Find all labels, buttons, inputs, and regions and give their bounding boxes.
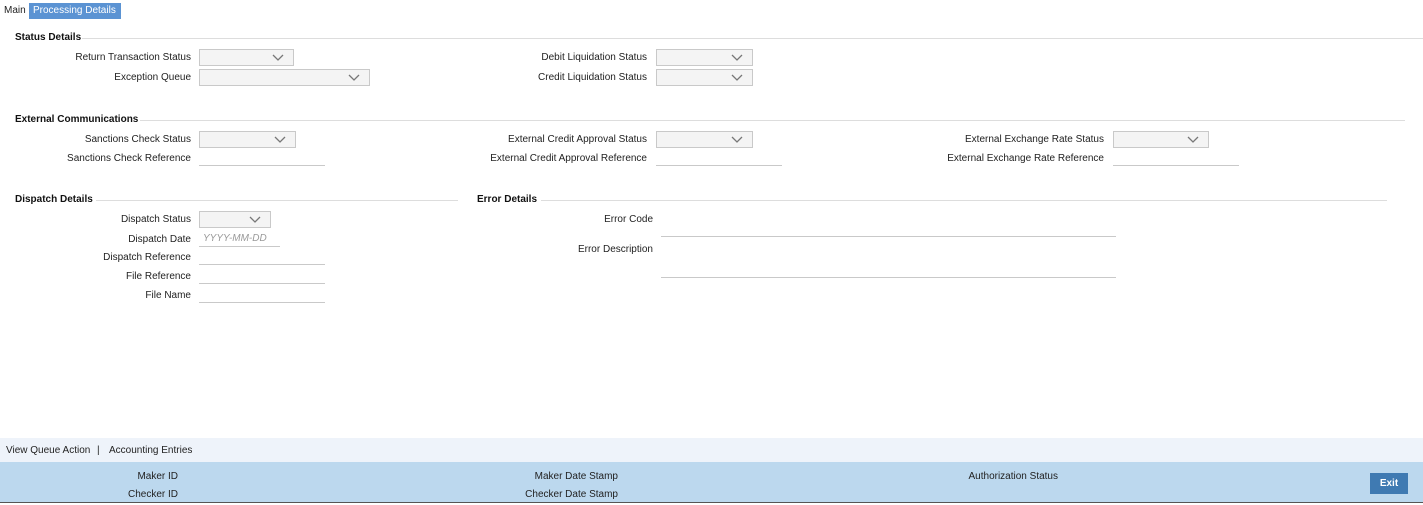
- file-reference-label: File Reference: [125, 271, 191, 282]
- external-exchange-rate-status-label: External Exchange Rate Status: [965, 134, 1104, 145]
- tab-main[interactable]: Main: [0, 3, 30, 19]
- dispatch-status-label: Dispatch Status: [120, 214, 191, 225]
- chevron-down-icon: [731, 53, 743, 63]
- external-credit-approval-status-label: External Credit Approval Status: [508, 134, 647, 145]
- view-queue-action-link[interactable]: View Queue Action: [6, 445, 90, 456]
- file-name-label: File Name: [145, 290, 191, 301]
- chevron-down-icon: [272, 53, 284, 63]
- dispatch-reference-label: Dispatch Reference: [103, 252, 191, 263]
- chevron-down-icon: [731, 135, 743, 145]
- section-divider: [96, 200, 458, 201]
- external-exchange-rate-reference-label: External Exchange Rate Reference: [947, 153, 1104, 164]
- external-exchange-rate-status-select[interactable]: [1113, 131, 1209, 148]
- debit-liquidation-status-select[interactable]: [656, 49, 753, 66]
- debit-liquidation-status-label: Debit Liquidation Status: [541, 52, 647, 63]
- sanctions-check-reference-input[interactable]: [199, 150, 325, 166]
- chevron-down-icon: [348, 73, 360, 83]
- return-transaction-status-select[interactable]: [199, 49, 294, 66]
- external-credit-approval-reference-input[interactable]: [656, 150, 782, 166]
- section-divider: [140, 120, 1405, 121]
- tab-processing-details[interactable]: Processing Details: [29, 3, 121, 19]
- error-code-input[interactable]: [661, 221, 1116, 237]
- file-name-input[interactable]: [199, 287, 325, 303]
- sanctions-check-status-select[interactable]: [199, 131, 296, 148]
- checker-date-stamp-label: Checker Date Stamp: [525, 489, 618, 500]
- section-title-external-communications: External Communications: [15, 114, 139, 125]
- chevron-down-icon: [731, 73, 743, 83]
- chevron-down-icon: [1187, 135, 1199, 145]
- accounting-entries-link[interactable]: Accounting Entries: [109, 445, 192, 456]
- exception-queue-label: Exception Queue: [114, 72, 191, 83]
- sanctions-check-status-label: Sanctions Check Status: [84, 134, 191, 145]
- authorization-status-label: Authorization Status: [968, 471, 1059, 482]
- section-divider: [82, 38, 1423, 39]
- exception-queue-select[interactable]: [199, 69, 370, 86]
- section-divider: [541, 200, 1387, 201]
- credit-liquidation-status-label: Credit Liquidation Status: [538, 72, 647, 83]
- credit-liquidation-status-select[interactable]: [656, 69, 753, 86]
- section-title-dispatch-details: Dispatch Details: [15, 194, 93, 205]
- dispatch-reference-input[interactable]: [199, 249, 325, 265]
- error-description-label: Error Description: [577, 244, 653, 255]
- section-title-status-details: Status Details: [15, 32, 82, 43]
- dispatch-status-select[interactable]: [199, 211, 271, 228]
- audit-bar: Maker ID Checker ID Maker Date Stamp Che…: [0, 462, 1423, 503]
- return-transaction-status-label: Return Transaction Status: [75, 52, 191, 63]
- external-exchange-rate-reference-input[interactable]: [1113, 150, 1239, 166]
- sanctions-check-reference-label: Sanctions Check Reference: [67, 153, 191, 164]
- external-credit-approval-reference-label: External Credit Approval Reference: [490, 153, 647, 164]
- checker-id-label: Checker ID: [127, 489, 178, 500]
- error-code-label: Error Code: [604, 214, 653, 225]
- external-credit-approval-status-select[interactable]: [656, 131, 753, 148]
- dispatch-date-input[interactable]: [199, 231, 280, 247]
- exit-button[interactable]: Exit: [1370, 473, 1408, 494]
- error-description-input[interactable]: [661, 262, 1116, 278]
- maker-date-stamp-label: Maker Date Stamp: [534, 471, 618, 482]
- footer-links-bar: View Queue Action | Accounting Entries: [0, 438, 1423, 462]
- link-separator: |: [97, 445, 100, 456]
- file-reference-input[interactable]: [199, 268, 325, 284]
- chevron-down-icon: [274, 135, 286, 145]
- maker-id-label: Maker ID: [137, 471, 178, 482]
- chevron-down-icon: [249, 215, 261, 225]
- dispatch-date-label: Dispatch Date: [128, 234, 191, 245]
- section-title-error-details: Error Details: [477, 194, 538, 205]
